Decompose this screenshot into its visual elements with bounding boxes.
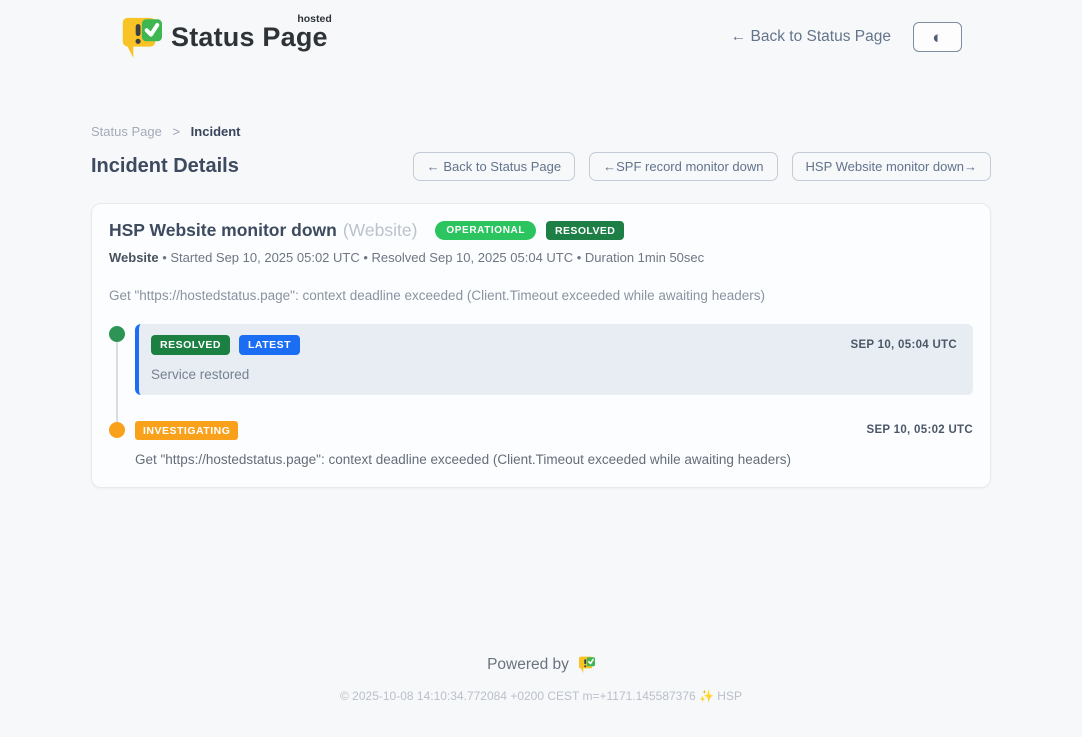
speech-bubble-check-icon [577, 655, 595, 674]
incident-scope: (Website) [343, 220, 418, 241]
incident-service: Website [109, 250, 159, 265]
copyright-text: © 2025-10-08 14:10:34.772084 +0200 CEST … [0, 689, 1082, 703]
timeline-message: Get "https://hostedstatus.page": context… [135, 452, 973, 467]
powered-by-label: Powered by [487, 656, 569, 674]
incident-title: HSP Website monitor down [109, 220, 337, 241]
next-incident-button[interactable]: HSP Website monitor down→ [792, 152, 991, 181]
half-circle-contrast-icon: ◐ [932, 29, 942, 46]
timeline-resolved-badge: RESOLVED [151, 335, 230, 355]
breadcrumb-separator: > [172, 124, 180, 139]
investigating-dot-icon [109, 422, 125, 438]
timeline-investigating-badge: INVESTIGATING [135, 421, 238, 441]
footer: Powered by © 2025-10-08 14:10:34.772084 … [0, 655, 1082, 703]
breadcrumb-incident: Incident [191, 124, 241, 139]
latest-update-box: RESOLVED LATEST SEP 10, 05:04 UTC Servic… [135, 324, 973, 395]
brand-logo[interactable]: Status Page hosted [118, 14, 328, 60]
resolved-status-badge: RESOLVED [546, 221, 624, 241]
operational-status-badge: OPERATIONAL [435, 221, 536, 240]
breadcrumb-status-page[interactable]: Status Page [91, 124, 162, 139]
timeline-entry-investigating: INVESTIGATING SEP 10, 05:02 UTC Get "htt… [109, 420, 973, 468]
timeline-message: Service restored [151, 367, 957, 382]
prev-incident-button[interactable]: ←SPF record monitor down [589, 152, 777, 181]
brand-superscript: hosted [297, 13, 331, 25]
breadcrumb: Status Page > Incident [91, 124, 991, 139]
back-to-status-page-button[interactable]: ← Back to Status Page [413, 152, 575, 181]
timeline-timestamp: SEP 10, 05:02 UTC [866, 424, 973, 436]
timeline-entry-resolved: RESOLVED LATEST SEP 10, 05:04 UTC Servic… [109, 324, 973, 395]
resolved-dot-icon [109, 326, 125, 342]
page-title: Incident Details [91, 155, 239, 178]
incident-meta-details: • Started Sep 10, 2025 05:02 UTC • Resol… [159, 250, 705, 265]
incident-timeline: RESOLVED LATEST SEP 10, 05:04 UTC Servic… [109, 324, 973, 467]
speech-bubble-check-icon [118, 14, 162, 60]
main-content: Status Page > Incident Incident Details … [91, 124, 991, 488]
incident-meta: Website • Started Sep 10, 2025 05:02 UTC… [109, 250, 973, 265]
incident-description: Get "https://hostedstatus.page": context… [109, 288, 973, 303]
header: Status Page hosted ← Back to Status Page… [0, 0, 1082, 60]
incident-card: HSP Website monitor down (Website) OPERA… [91, 203, 991, 488]
brand-name: Status Page [171, 22, 328, 52]
theme-toggle-button[interactable]: ◐ [913, 22, 962, 52]
timeline-latest-badge: LATEST [239, 335, 300, 355]
powered-by-link[interactable]: Powered by [487, 655, 595, 674]
timeline-timestamp: SEP 10, 05:04 UTC [850, 339, 957, 351]
header-back-link[interactable]: ← Back to Status Page [731, 28, 891, 46]
incident-nav-buttons: ← Back to Status Page ←SPF record monito… [413, 152, 991, 181]
